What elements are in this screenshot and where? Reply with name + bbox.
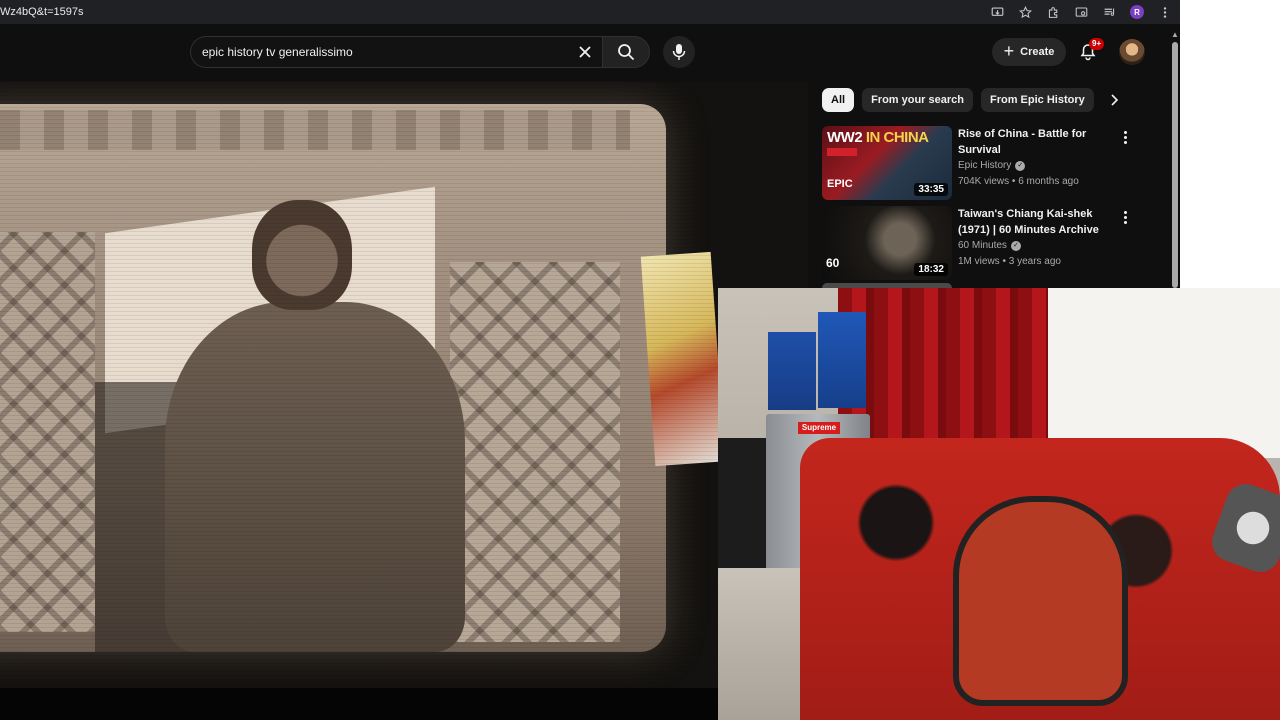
video-meta: 704K views • 6 months ago — [958, 176, 1079, 187]
search-box — [190, 36, 602, 68]
verified-check-icon: ✓ — [1010, 240, 1021, 251]
video-scanlines — [0, 82, 808, 688]
screen: Wz4bQ&t=1597s R epic history tv generali… — [0, 0, 1280, 720]
video-title[interactable]: Rise of China - Battle for Survival — [958, 126, 1108, 158]
webcam-fridge-sticker: Supreme — [798, 422, 840, 434]
voice-search-button[interactable] — [663, 36, 695, 68]
video-player[interactable] — [0, 82, 808, 720]
media-controls-icon[interactable] — [1102, 5, 1116, 19]
webcam-box — [768, 332, 816, 410]
video-meta: 1M views • 3 years ago — [958, 256, 1061, 267]
browser-actions: R — [990, 0, 1172, 24]
webcam-window-light — [1048, 288, 1280, 458]
extensions-icon[interactable] — [1046, 5, 1060, 19]
thumbnail-logo: EPIC — [827, 178, 853, 190]
browser-toolbar: Wz4bQ&t=1597s R — [0, 0, 1180, 24]
webcam-chair — [953, 496, 1128, 706]
channel-name[interactable]: Epic History ✓ — [958, 160, 1026, 171]
verified-check-icon: ✓ — [1015, 160, 1026, 171]
search-icon — [618, 44, 635, 61]
player-bottom-area — [0, 688, 808, 720]
address-bar-url[interactable]: Wz4bQ&t=1597s — [0, 6, 83, 18]
close-icon — [579, 46, 591, 58]
chevron-right-icon — [1111, 94, 1119, 106]
recommendation-item[interactable]: WW2 IN CHINA EPIC 33:35 Rise of China - … — [822, 126, 1142, 202]
video-title[interactable]: Taiwan's Chiang Kai-shek (1971) | 60 Min… — [958, 206, 1108, 238]
profile-avatar-icon[interactable]: R — [1130, 5, 1144, 19]
search-input[interactable] — [202, 45, 562, 59]
webcam-box — [818, 312, 866, 408]
notification-count-badge: 9+ — [1089, 38, 1105, 50]
youtube-masthead: + Create 9+ — [0, 24, 1170, 80]
chips-next-button[interactable] — [1100, 88, 1128, 112]
video-thumbnail[interactable]: 60 18:32 — [822, 206, 952, 280]
scrollbar-thumb[interactable] — [1172, 42, 1178, 288]
video-frame — [0, 82, 808, 688]
cast-icon[interactable] — [1074, 5, 1088, 19]
more-actions-icon[interactable] — [1118, 208, 1132, 226]
video-thumbnail[interactable]: WW2 IN CHINA EPIC 33:35 — [822, 126, 952, 200]
create-label: Create — [1020, 46, 1055, 58]
channel-name[interactable]: 60 Minutes ✓ — [958, 240, 1021, 251]
thumbnail-logo: 60 — [826, 256, 840, 270]
account-avatar[interactable] — [1119, 39, 1145, 65]
page-scrollbar[interactable]: ▲ — [1170, 30, 1180, 288]
chip-all[interactable]: All — [822, 88, 855, 112]
thumbnail-banner — [827, 148, 857, 156]
clear-search-button[interactable] — [572, 39, 598, 65]
browser-menu-icon[interactable] — [1158, 5, 1172, 19]
search-button[interactable] — [602, 36, 650, 68]
recommendation-item[interactable]: 60 18:32 Taiwan's Chiang Kai-shek (1971)… — [822, 206, 1142, 282]
chip-from-your-search[interactable]: From your search — [862, 88, 973, 112]
webcam-overlay: Supreme — [718, 288, 1280, 720]
more-actions-icon[interactable] — [1118, 128, 1132, 146]
bookmark-star-icon[interactable] — [1018, 5, 1032, 19]
plus-icon: + — [1003, 41, 1015, 61]
chip-from-epic-history[interactable]: From Epic History — [980, 88, 1094, 112]
video-duration: 18:32 — [914, 263, 948, 276]
create-button[interactable]: + Create — [992, 38, 1066, 66]
video-duration: 33:35 — [914, 183, 948, 196]
webcam-shelf — [718, 438, 766, 578]
desktop-background — [1180, 0, 1280, 288]
microphone-icon — [672, 44, 686, 60]
scroll-up-icon[interactable]: ▲ — [1170, 30, 1180, 40]
thumbnail-title: WW2 IN CHINA — [827, 129, 929, 146]
install-app-icon[interactable] — [990, 5, 1004, 19]
